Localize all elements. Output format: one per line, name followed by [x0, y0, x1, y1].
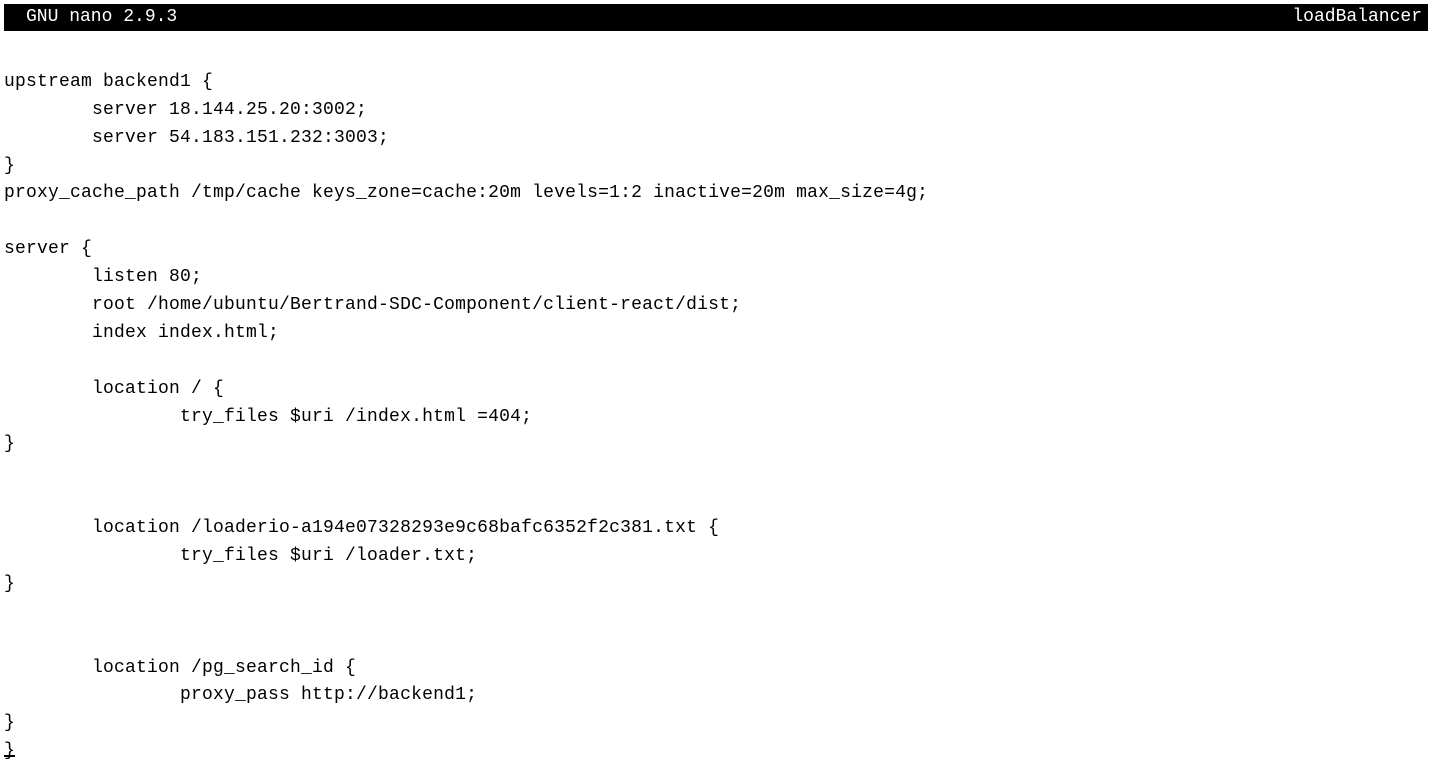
editor-content[interactable]: upstream backend1 { server 18.144.25.20:…	[0, 31, 1432, 766]
editor-line: try_files $uri /index.html =404;	[4, 404, 1428, 432]
editor-line	[4, 599, 1428, 627]
editor-line: server 54.183.151.232:3003;	[4, 125, 1428, 153]
editor-line	[4, 627, 1428, 655]
editor-line: proxy_cache_path /tmp/cache keys_zone=ca…	[4, 180, 1428, 208]
editor-line	[4, 41, 1428, 69]
editor-line: location / {	[4, 376, 1428, 404]
editor-app-name: GNU nano 2.9.3	[26, 4, 177, 31]
editor-line: }	[4, 571, 1428, 599]
editor-line	[4, 459, 1428, 487]
editor-titlebar: GNU nano 2.9.3 loadBalancer	[4, 4, 1428, 31]
editor-line: server 18.144.25.20:3002;	[4, 97, 1428, 125]
editor-line	[4, 348, 1428, 376]
editor-line: upstream backend1 {	[4, 69, 1428, 97]
editor-line: location /loaderio-a194e07328293e9c68baf…	[4, 515, 1428, 543]
editor-line: try_files $uri /loader.txt;	[4, 543, 1428, 571]
editor-line: listen 80;	[4, 264, 1428, 292]
editor-line: location /pg_search_id {	[4, 655, 1428, 683]
editor-line: }	[4, 431, 1428, 459]
editor-line: }	[4, 738, 1428, 766]
cursor	[4, 755, 15, 757]
editor-line: root /home/ubuntu/Bertrand-SDC-Component…	[4, 292, 1428, 320]
editor-line	[4, 487, 1428, 515]
editor-line: }	[4, 710, 1428, 738]
editor-filename: loadBalancer	[1292, 4, 1422, 31]
editor-line: proxy_pass http://backend1;	[4, 682, 1428, 710]
editor-line: }	[4, 153, 1428, 181]
editor-line: index index.html;	[4, 320, 1428, 348]
editor-line: server {	[4, 236, 1428, 264]
editor-line	[4, 208, 1428, 236]
